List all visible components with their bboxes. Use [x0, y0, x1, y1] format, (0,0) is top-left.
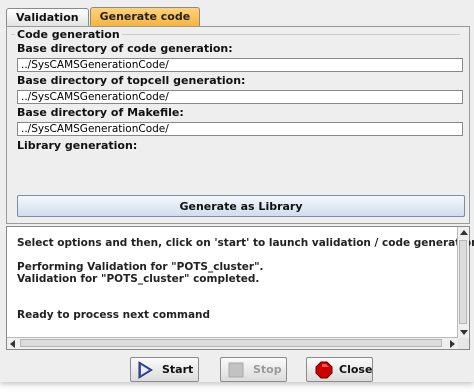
base-dir-label: Base directory of code generation:	[17, 42, 233, 55]
console-line: ​	[17, 285, 437, 297]
group-title: Code generation	[15, 28, 122, 41]
play-icon	[136, 360, 154, 379]
library-generation-label: Library generation:	[17, 139, 138, 152]
makefile-dir-input[interactable]	[17, 122, 463, 136]
tab-validation[interactable]: Validation	[6, 8, 89, 26]
vertical-scroll-thumb[interactable]	[459, 240, 467, 324]
code-generation-dialog: Validation Generate code Code generation…	[0, 0, 474, 382]
generate-as-library-button[interactable]: Generate as Library	[17, 195, 465, 217]
tab-generate-code[interactable]: Generate code	[89, 7, 201, 27]
scroll-down-icon[interactable]	[460, 330, 468, 335]
start-label: Start	[162, 363, 194, 376]
stop-button[interactable]: Stop	[220, 357, 287, 382]
close-icon	[315, 361, 333, 379]
console-text: Select options and then, click on 'start…	[17, 237, 474, 321]
console-output: Select options and then, click on 'start…	[6, 226, 474, 350]
generate-code-panel: Code generation Base directory of code g…	[6, 26, 470, 224]
tab-bar: Validation Generate code	[6, 7, 201, 27]
console-line: Performing Validation for "POTS_cluster"…	[17, 261, 264, 273]
scrollbar-corner	[458, 338, 469, 349]
console-line: Ready to process next command	[17, 309, 211, 321]
topcell-dir-label: Base directory of topcell generation:	[17, 74, 246, 87]
console-line: Select options and then, click on 'start…	[17, 237, 474, 249]
topcell-dir-input[interactable]	[17, 90, 463, 104]
console-line: ​	[17, 297, 437, 309]
stop-label: Stop	[253, 363, 282, 376]
makefile-dir-label: Base directory of Makefile:	[17, 106, 184, 119]
horizontal-scrollbar[interactable]	[7, 337, 458, 349]
horizontal-scroll-thumb[interactable]	[20, 339, 442, 347]
close-label: Close	[339, 363, 373, 376]
stop-icon	[227, 361, 245, 379]
scroll-up-icon[interactable]	[460, 230, 468, 235]
console-line: ​	[17, 249, 437, 261]
close-button[interactable]: Close	[306, 357, 373, 382]
scroll-right-icon[interactable]	[450, 340, 455, 348]
scroll-left-icon[interactable]	[10, 340, 15, 348]
start-button[interactable]: Start	[130, 357, 199, 382]
vertical-scrollbar[interactable]	[457, 227, 469, 338]
console-line: Validation for "POTS_cluster" completed.	[17, 273, 260, 285]
base-dir-input[interactable]	[17, 58, 463, 72]
